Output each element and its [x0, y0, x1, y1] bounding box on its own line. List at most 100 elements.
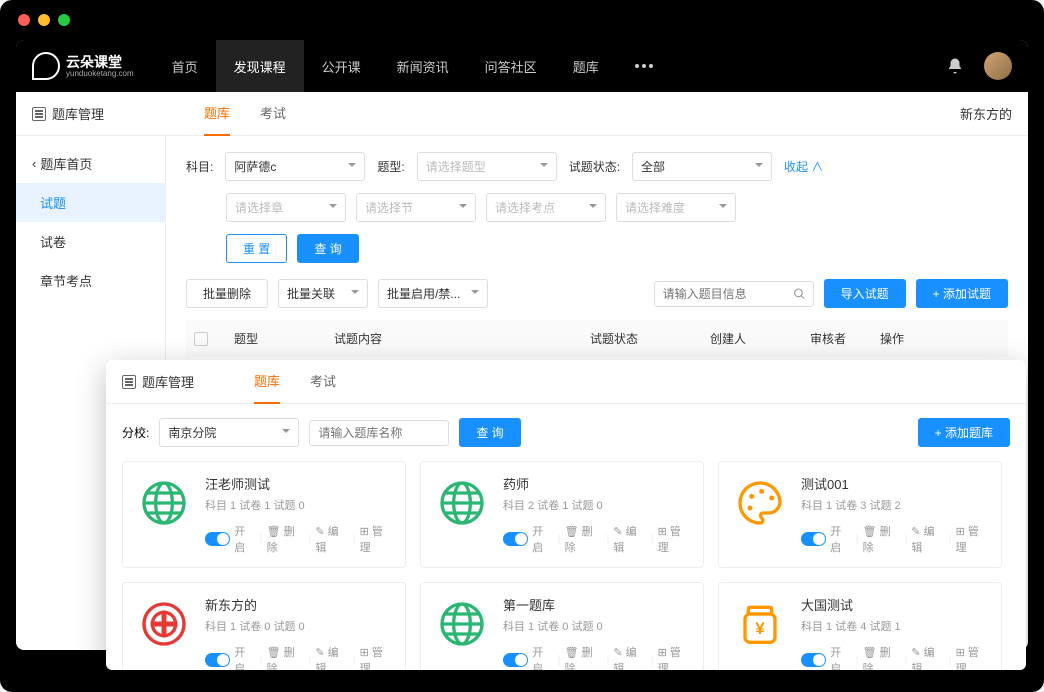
- type-select[interactable]: 请选择题型: [417, 152, 557, 181]
- point-select[interactable]: 请选择考点: [486, 193, 606, 222]
- card-delete[interactable]: 🗑 删除: [267, 523, 305, 555]
- bank-card: 汪老师测试科目 1 试卷 1 试题 0开启|🗑 删除|✎ 编辑|⊞ 管理: [122, 461, 406, 568]
- batch-enable-select[interactable]: 批量启用/禁...: [378, 279, 488, 308]
- user-avatar[interactable]: [984, 52, 1012, 80]
- nav-question-bank[interactable]: 题库: [555, 40, 617, 92]
- add-bank-button[interactable]: + 添加题库: [918, 418, 1010, 447]
- card-edit[interactable]: ✎ 编辑: [911, 644, 944, 670]
- search-icon: [793, 287, 806, 300]
- toggle-label: 开启: [234, 523, 255, 555]
- nav-items: 首页 发现课程 公开课 新闻资讯 问答社区 题库: [154, 40, 671, 92]
- card-manage[interactable]: ⊞ 管理: [360, 523, 393, 555]
- th-creator: 创建人: [710, 330, 810, 347]
- batch-delete-button[interactable]: 批量删除: [186, 279, 268, 308]
- tab-question-bank[interactable]: 题库: [204, 91, 230, 136]
- card-manage[interactable]: ⊞ 管理: [360, 644, 393, 670]
- bank-icon: [135, 474, 193, 532]
- enable-toggle[interactable]: [503, 532, 528, 546]
- nav-discover-courses[interactable]: 发现课程: [216, 40, 304, 92]
- card-delete[interactable]: 🗑 删除: [267, 644, 305, 670]
- bank-title: 药师: [503, 474, 691, 493]
- browser-frame: 云朵课堂 yunduoketang.com 首页 发现课程 公开课 新闻资讯 问…: [0, 0, 1044, 692]
- bank-title: 第一题库: [503, 595, 691, 614]
- enable-toggle[interactable]: [503, 653, 528, 667]
- bank-title: 汪老师测试: [205, 474, 393, 493]
- bank-meta: 科目 1 试卷 0 试题 0: [503, 618, 691, 634]
- toggle-label: 开启: [532, 523, 553, 555]
- sidebar-back[interactable]: ‹ 题库首页: [16, 144, 165, 183]
- batch-relate-select[interactable]: 批量关联: [278, 279, 368, 308]
- bank-title: 新东方的: [205, 595, 393, 614]
- card-delete[interactable]: 🗑 删除: [863, 644, 901, 670]
- sidebar-item-questions[interactable]: 试题: [16, 183, 165, 222]
- card-delete[interactable]: 🗑 删除: [565, 523, 603, 555]
- search-input[interactable]: [654, 281, 814, 307]
- minimize-window-icon[interactable]: [38, 14, 50, 26]
- collapse-link[interactable]: 收起 ∧: [784, 158, 823, 175]
- bank-card: 药师科目 2 试卷 1 试题 0开启|🗑 删除|✎ 编辑|⊞ 管理: [420, 461, 704, 568]
- overlay-tab-exam[interactable]: 考试: [310, 360, 336, 404]
- logo[interactable]: 云朵课堂 yunduoketang.com: [32, 52, 134, 80]
- overlay-query-button[interactable]: 查 询: [459, 418, 520, 447]
- sidebar-item-papers[interactable]: 试卷: [16, 222, 165, 261]
- branch-select[interactable]: 南京分院: [159, 418, 299, 447]
- nav-news[interactable]: 新闻资讯: [379, 40, 467, 92]
- nav-home[interactable]: 首页: [154, 40, 216, 92]
- maximize-window-icon[interactable]: [58, 14, 70, 26]
- window-controls: [18, 14, 70, 26]
- bank-icon: [135, 595, 193, 653]
- chevron-left-icon: ‹: [32, 156, 36, 171]
- card-edit[interactable]: ✎ 编辑: [315, 644, 348, 670]
- query-button[interactable]: 查 询: [297, 234, 358, 263]
- enable-toggle[interactable]: [801, 653, 826, 667]
- card-delete[interactable]: 🗑 删除: [863, 523, 901, 555]
- bank-icon: ¥: [731, 595, 789, 653]
- nav-open-courses[interactable]: 公开课: [304, 40, 379, 92]
- bank-meta: 科目 1 试卷 0 试题 0: [205, 618, 393, 634]
- branch-label: 分校:: [122, 424, 149, 441]
- card-edit[interactable]: ✎ 编辑: [911, 523, 944, 555]
- section-select[interactable]: 请选择节: [356, 193, 476, 222]
- nav-more-icon[interactable]: [617, 40, 671, 92]
- toggle-label: 开启: [830, 523, 851, 555]
- type-label: 题型:: [377, 158, 404, 175]
- enable-toggle[interactable]: [801, 532, 826, 546]
- th-type: 题型: [234, 330, 334, 347]
- bank-search-input[interactable]: [309, 420, 449, 446]
- bank-icon: [433, 474, 491, 532]
- card-manage[interactable]: ⊞ 管理: [956, 523, 989, 555]
- svg-text:¥: ¥: [755, 619, 765, 638]
- enable-toggle[interactable]: [205, 653, 230, 667]
- bank-icon: [731, 474, 789, 532]
- card-delete[interactable]: 🗑 删除: [565, 644, 603, 670]
- close-window-icon[interactable]: [18, 14, 30, 26]
- card-manage[interactable]: ⊞ 管理: [658, 644, 691, 670]
- notification-icon[interactable]: [946, 57, 964, 75]
- bank-meta: 科目 2 试卷 1 试题 0: [503, 497, 691, 513]
- chapter-select[interactable]: 请选择章: [226, 193, 346, 222]
- difficulty-select[interactable]: 请选择难度: [616, 193, 736, 222]
- subject-label: 科目:: [186, 158, 213, 175]
- overlay-page-title: 题库管理: [122, 372, 194, 391]
- enable-toggle[interactable]: [205, 532, 230, 546]
- tab-exam[interactable]: 考试: [260, 91, 286, 136]
- overlay-tab-bank[interactable]: 题库: [254, 360, 280, 404]
- sidebar-item-chapter-points[interactable]: 章节考点: [16, 261, 165, 300]
- nav-qa-community[interactable]: 问答社区: [467, 40, 555, 92]
- toggle-label: 开启: [234, 644, 255, 670]
- bank-icon: [433, 595, 491, 653]
- card-edit[interactable]: ✎ 编辑: [613, 644, 646, 670]
- bank-meta: 科目 1 试卷 3 试题 2: [801, 497, 989, 513]
- add-question-button[interactable]: + 添加试题: [916, 279, 1008, 308]
- import-button[interactable]: 导入试题: [824, 279, 906, 308]
- top-nav: 云朵课堂 yunduoketang.com 首页 发现课程 公开课 新闻资讯 问…: [16, 40, 1028, 92]
- card-edit[interactable]: ✎ 编辑: [315, 523, 348, 555]
- card-edit[interactable]: ✎ 编辑: [613, 523, 646, 555]
- select-all-checkbox[interactable]: [194, 332, 208, 346]
- subject-select[interactable]: 阿萨德c: [225, 152, 365, 181]
- status-select[interactable]: 全部: [632, 152, 772, 181]
- reset-button[interactable]: 重 置: [226, 234, 287, 263]
- card-manage[interactable]: ⊞ 管理: [658, 523, 691, 555]
- status-label: 试题状态:: [569, 158, 620, 175]
- card-manage[interactable]: ⊞ 管理: [956, 644, 989, 670]
